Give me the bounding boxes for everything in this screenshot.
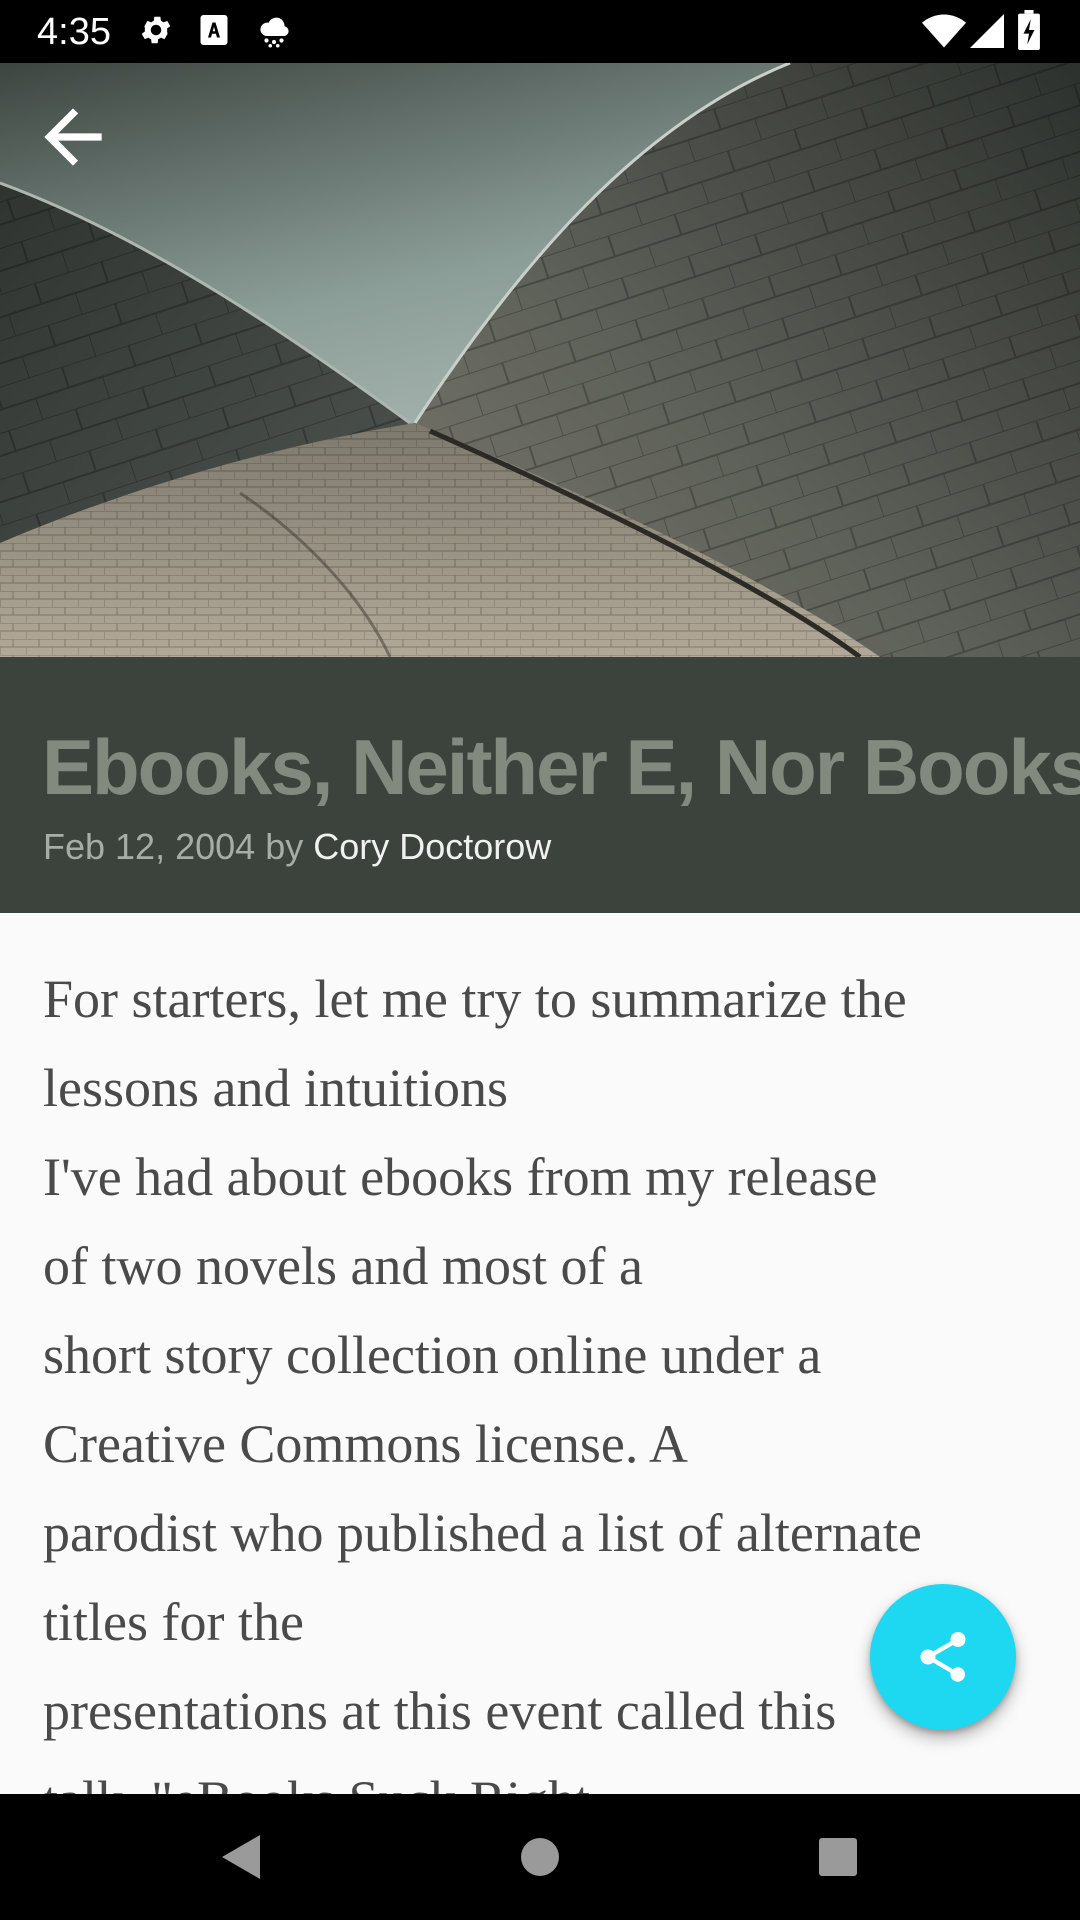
article-by: by (265, 826, 304, 867)
body-line: For starters, let me try to summarize th… (43, 969, 907, 1029)
body-line: I've had about ebooks from my release (43, 1147, 878, 1207)
status-time: 4:35 (37, 11, 111, 53)
body-line: Creative Commons license. A (43, 1414, 688, 1474)
hero-image (0, 63, 1080, 657)
body-line: short story collection online under a (43, 1325, 822, 1385)
article-date: Feb 12, 2004 (43, 826, 256, 867)
article-screen: 4:35 Ebooks, Neither E, Nor Books Feb 12… (0, 0, 1080, 1920)
weather-icon (254, 12, 294, 52)
arrow-back-icon (44, 108, 102, 166)
nav-back-button[interactable] (160, 1794, 320, 1920)
status-bar: 4:35 (0, 0, 1080, 63)
article-header: Ebooks, Neither E, Nor Books Feb 12, 200… (0, 657, 1080, 913)
navigation-bar (0, 1794, 1080, 1920)
body-line: parodist who published a list of alterna… (43, 1503, 922, 1563)
share-icon (920, 1632, 966, 1682)
settings-icon (138, 12, 174, 52)
home-circle-icon (521, 1838, 559, 1876)
signal-icon (970, 14, 1004, 52)
opera-house-roof-photo (0, 63, 1080, 657)
article-meta: Feb 12, 2004 by Cory Doctorow (43, 825, 551, 869)
body-line: of two novels and most of a (43, 1236, 643, 1296)
article-title: Ebooks, Neither E, Nor Books (42, 723, 1080, 811)
share-button[interactable] (870, 1584, 1016, 1730)
recents-square-icon (819, 1838, 857, 1876)
back-button[interactable] (30, 94, 116, 180)
back-triangle-icon (222, 1835, 260, 1879)
author-link[interactable]: Cory Doctorow (313, 826, 551, 867)
body-line: talk, "eBooks Suck Right (43, 1756, 1053, 1794)
body-line: lessons and intuitions (43, 1058, 509, 1118)
battery-charging-icon (1018, 10, 1040, 54)
nav-recents-button[interactable] (758, 1794, 918, 1920)
wifi-icon (922, 14, 966, 52)
text-a-icon (196, 12, 232, 52)
nav-home-button[interactable] (460, 1794, 620, 1920)
